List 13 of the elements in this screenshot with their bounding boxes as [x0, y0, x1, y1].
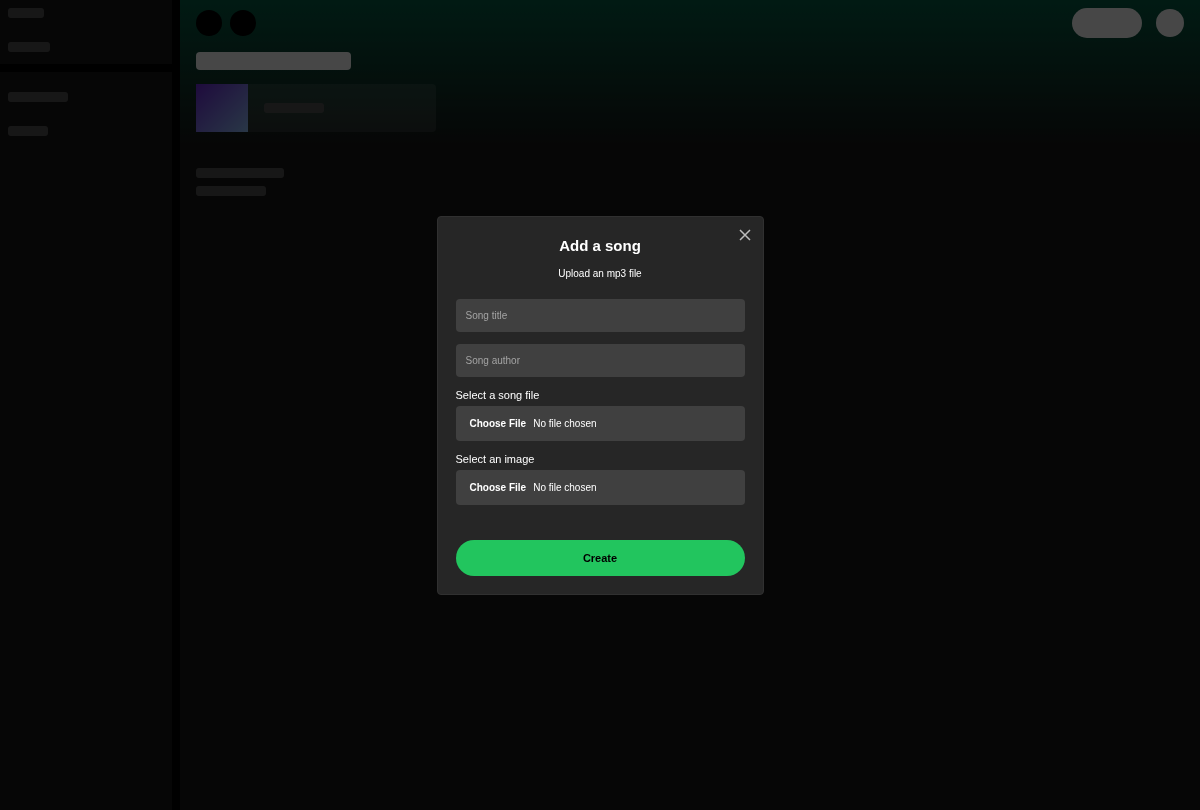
file-field[interactable]: Choose File No file chosen: [455, 405, 745, 441]
text-field[interactable]: Song title: [455, 298, 745, 332]
file-status: No file chosen: [533, 481, 597, 493]
choose-file-button[interactable]: Choose File: [469, 417, 527, 429]
file-field[interactable]: Choose File No file chosen: [455, 469, 745, 505]
field-label: Select an image: [455, 452, 536, 465]
create-button[interactable]: Create: [455, 539, 745, 576]
file-status: No file chosen: [533, 417, 597, 429]
text-field[interactable]: Song author: [455, 343, 745, 377]
choose-file-button[interactable]: Choose File: [469, 481, 527, 493]
dialog-description: Upload an mp3 file: [557, 267, 643, 279]
field-label: Select a song file: [455, 388, 541, 401]
dialog-title: Add a song: [558, 236, 642, 254]
